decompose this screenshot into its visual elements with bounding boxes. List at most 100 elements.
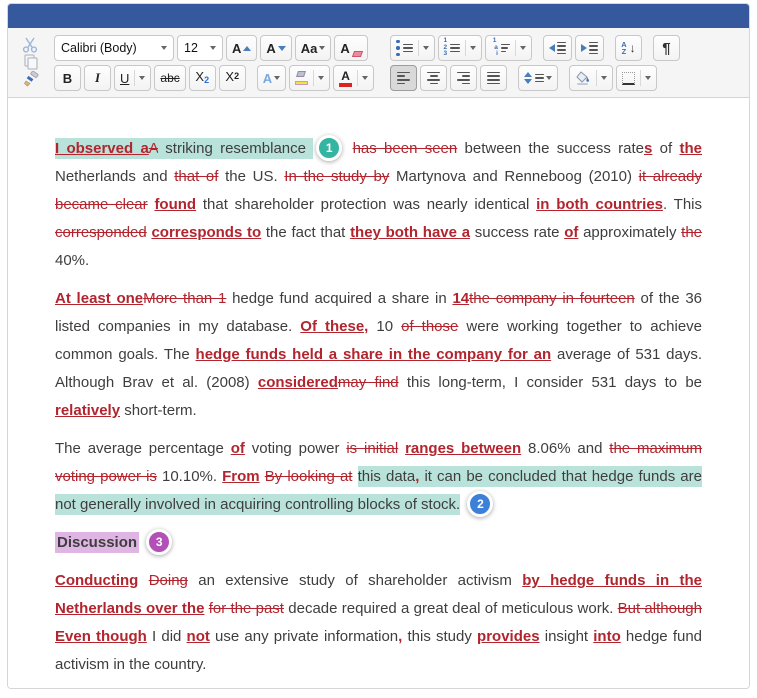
shading-button[interactable] <box>569 65 614 91</box>
grow-font-icon: A <box>232 40 242 56</box>
inserted-text: of <box>230 440 245 457</box>
align-left-icon <box>397 71 411 85</box>
inserted-text: From <box>222 468 260 485</box>
italic-icon: I <box>94 70 101 85</box>
font-group: Calibri (Body) 12 A A Aa A B I U abc X 2… <box>54 35 375 91</box>
text-run <box>138 572 148 589</box>
arrow-down-icon: ↓ <box>629 41 636 55</box>
bullet-list-button[interactable] <box>390 35 435 61</box>
inserted-text: hedge funds held a share in the company … <box>195 346 552 363</box>
line-spacing-icon <box>524 72 545 84</box>
inserted-text: they both have a <box>350 224 471 241</box>
paintbrush-icon <box>23 70 38 87</box>
paste-button[interactable] <box>20 54 42 71</box>
sort-button[interactable]: AZ ↓ <box>614 35 642 61</box>
formatting-toolbar: Calibri (Body) 12 A A Aa A B I U abc X 2… <box>8 28 749 98</box>
superscript-button[interactable]: X2 <box>218 65 246 91</box>
justify-icon <box>487 71 501 85</box>
inserted-text: 14 <box>452 290 470 307</box>
deleted-text: But although <box>617 600 702 617</box>
word-editor-window: Calibri (Body) 12 A A Aa A B I U abc X 2… <box>7 3 750 689</box>
align-center-button[interactable] <box>420 65 448 91</box>
line-spacing-button[interactable] <box>518 65 559 91</box>
subscript-button[interactable]: X2 <box>188 65 216 91</box>
shrink-font-button[interactable]: A <box>260 35 292 61</box>
format-painter-button[interactable] <box>20 70 42 87</box>
text-run <box>139 534 143 551</box>
change-case-button[interactable]: Aa <box>294 35 332 61</box>
numbered-list-icon: 123 <box>444 37 461 58</box>
window-titlebar <box>8 4 749 28</box>
text-run: an extensive study of shareholder activi… <box>187 572 523 589</box>
cut-button[interactable] <box>20 37 42 54</box>
show-paragraph-marks-button[interactable]: ¶ <box>652 35 680 61</box>
inserted-text: Of these, <box>300 318 369 335</box>
text-run: 10 <box>368 318 402 335</box>
clear-formatting-button[interactable]: A <box>334 35 368 61</box>
text-run: short-term. <box>120 402 197 419</box>
highlighter-icon <box>295 71 309 85</box>
align-right-icon <box>457 71 471 85</box>
grow-font-button[interactable]: A <box>226 35 258 61</box>
inserted-text: relatively <box>55 402 121 419</box>
numbered-list-button[interactable]: 123 <box>437 35 483 61</box>
multilevel-list-icon: 1ai <box>491 37 510 58</box>
text-run: Netherlands and <box>55 168 175 185</box>
text-run: Discussion <box>55 532 140 553</box>
deleted-text: corresponded <box>55 224 147 241</box>
font-size-select[interactable]: 12 <box>177 35 223 61</box>
multilevel-list-button[interactable]: 1ai <box>485 35 532 61</box>
text-run: this long-term, I consider 531 days to b… <box>398 374 702 391</box>
chevron-down-icon <box>139 76 146 80</box>
strikethrough-button[interactable]: abc <box>154 65 186 91</box>
borders-icon <box>622 71 636 85</box>
deleted-text: for the past <box>208 600 284 617</box>
text-run: this study <box>402 628 478 645</box>
inserted-text: ranges between <box>405 440 522 457</box>
text-run: of <box>652 140 680 157</box>
chevron-down-icon <box>161 46 167 50</box>
change-badge-2[interactable]: 2 <box>467 491 494 518</box>
inserted-text: I observed a <box>55 138 149 159</box>
font-color-button[interactable]: A <box>333 65 375 91</box>
clear-format-icon: A <box>340 40 350 56</box>
deleted-text: of those <box>401 318 459 335</box>
text-effects-button[interactable]: A <box>256 65 287 91</box>
italic-button[interactable]: I <box>84 65 111 91</box>
text-run: striking resemblance <box>157 138 314 159</box>
inserted-text: not <box>186 628 210 645</box>
chevron-down-icon <box>210 46 216 50</box>
inserted-text: of <box>564 224 579 241</box>
chevron-down-icon <box>470 46 477 50</box>
deleted-text: the company in fourteen <box>469 290 635 307</box>
superscript-icon: X <box>225 69 235 84</box>
justify-button[interactable] <box>480 65 508 91</box>
scissors-icon <box>22 37 38 53</box>
strikethrough-icon: abc <box>160 71 180 85</box>
text-run: 40%. <box>55 252 90 269</box>
text-run: I did <box>146 628 187 645</box>
inserted-text: Conducting <box>55 572 139 589</box>
paragraph: At least oneMore than 1 hedge fund acqui… <box>55 285 702 425</box>
increase-indent-icon <box>580 41 598 55</box>
bold-icon: B <box>62 70 73 86</box>
deleted-text: By looking at <box>264 468 353 485</box>
align-right-button[interactable] <box>450 65 478 91</box>
borders-button[interactable] <box>616 65 658 91</box>
font-name-select[interactable]: Calibri (Body) <box>54 35 174 61</box>
text-run: use any private information <box>209 628 399 645</box>
document-editing-area[interactable]: I observed aA striking resemblance 1 has… <box>8 98 749 688</box>
align-center-icon <box>427 71 441 85</box>
change-badge-1[interactable]: 1 <box>316 135 343 162</box>
text-highlight-button[interactable] <box>289 65 331 91</box>
increase-indent-button[interactable] <box>574 35 604 61</box>
chevron-down-icon <box>519 46 526 50</box>
align-left-button[interactable] <box>390 65 418 91</box>
inserted-text: into <box>593 628 621 645</box>
chevron-down-icon <box>318 76 325 80</box>
bold-button[interactable]: B <box>54 65 81 91</box>
decrease-indent-button[interactable] <box>542 35 572 61</box>
underline-button[interactable]: U <box>114 65 152 91</box>
change-badge-3[interactable]: 3 <box>146 529 173 556</box>
chevron-down-icon <box>274 76 281 80</box>
